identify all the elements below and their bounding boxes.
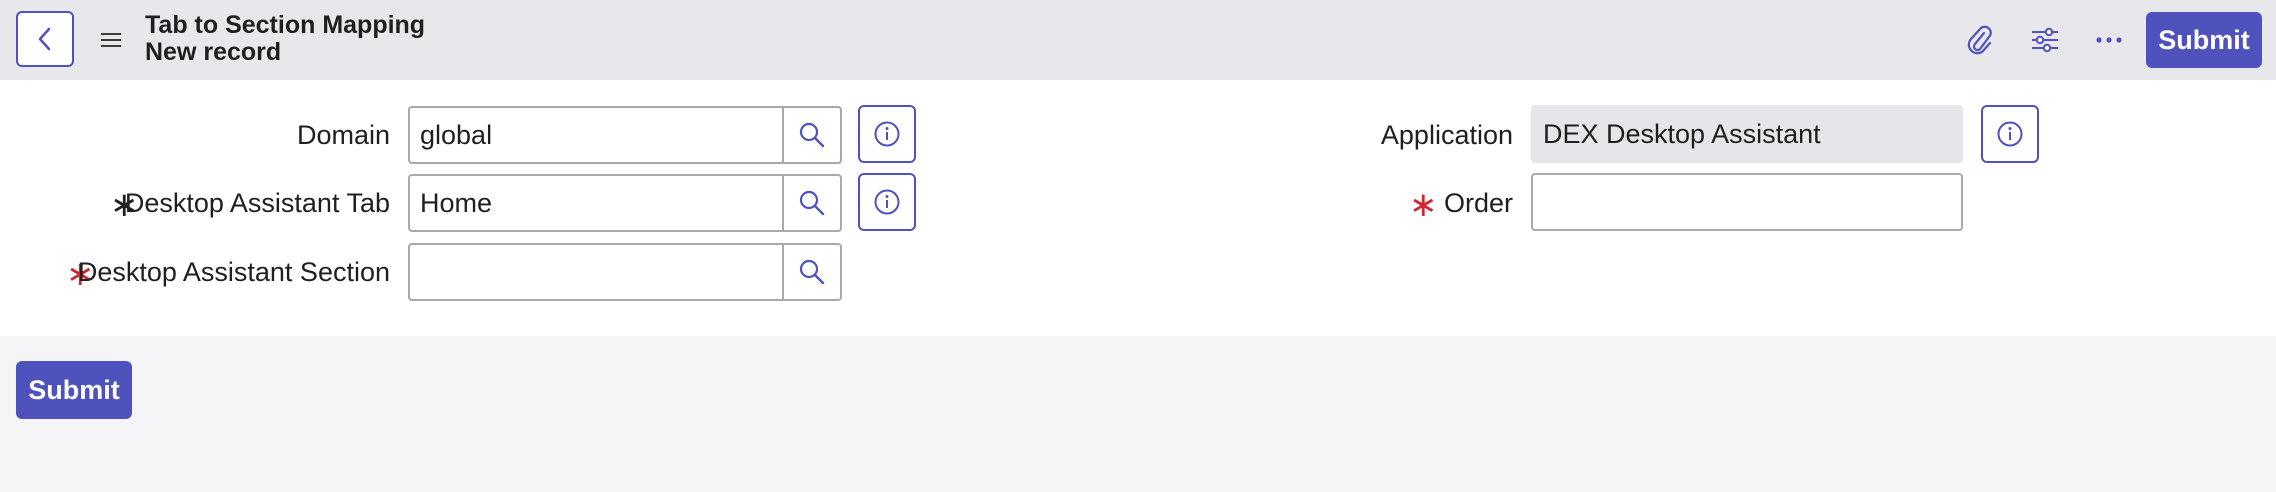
- desktop-assistant-tab-field[interactable]: Home: [408, 174, 784, 232]
- back-icon: [38, 27, 51, 51]
- search-icon: [799, 259, 825, 285]
- application-field: DEX Desktop Assistant: [1531, 105, 1963, 163]
- tab-info-button[interactable]: [858, 173, 916, 231]
- info-icon: [1997, 121, 2023, 147]
- sliders-icon[interactable]: [2025, 20, 2065, 60]
- more-ellipsis-icon[interactable]: [2089, 20, 2129, 60]
- hamburger-menu-icon[interactable]: [96, 25, 126, 55]
- section-label: Desktop Assistant Section: [77, 257, 390, 287]
- required-indicator-order: ∗: [1409, 186, 1438, 224]
- record-subtitle: New record: [145, 38, 282, 66]
- search-icon: [799, 190, 825, 216]
- tab-lookup-button[interactable]: [784, 174, 842, 232]
- form-body: Domain global ∗ Desktop Assistant Tab Ho…: [0, 80, 2276, 336]
- submit-button-header[interactable]: Submit: [2146, 12, 2262, 68]
- order-label: Order: [1443, 188, 1513, 218]
- domain-info-button[interactable]: [858, 105, 916, 163]
- form-title: Tab to Section Mapping: [145, 11, 426, 39]
- desktop-assistant-section-field[interactable]: [408, 243, 784, 301]
- form-header: Tab to Section Mapping New record Submit: [0, 0, 2276, 80]
- info-icon: [874, 189, 900, 215]
- domain-label: Domain: [296, 120, 390, 150]
- info-icon: [874, 121, 900, 147]
- paperclip-icon[interactable]: [1960, 20, 2000, 60]
- application-info-button[interactable]: [1981, 105, 2039, 163]
- section-lookup-button[interactable]: [784, 243, 842, 301]
- page-title: Tab to Section Mapping New record: [145, 12, 425, 66]
- tab-label: Desktop Assistant Tab: [124, 188, 390, 218]
- domain-lookup-button[interactable]: [784, 106, 842, 164]
- submit-button-footer[interactable]: Submit: [16, 361, 132, 419]
- application-label: Application: [1380, 120, 1513, 150]
- search-icon: [799, 122, 825, 148]
- domain-field[interactable]: global: [408, 106, 784, 164]
- order-field[interactable]: [1531, 173, 1963, 231]
- back-button[interactable]: [16, 11, 74, 67]
